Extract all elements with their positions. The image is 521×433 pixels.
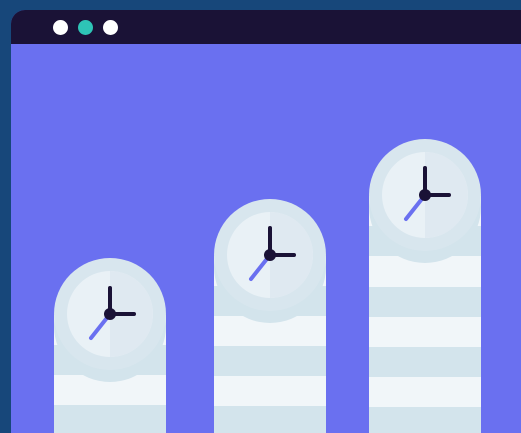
stack-stripe: [369, 407, 481, 433]
clock-center: [264, 249, 276, 261]
clock-center: [104, 308, 116, 320]
time-stack-large: [369, 139, 481, 433]
stack-stripe: [369, 377, 481, 407]
clock-icon: [214, 199, 326, 323]
stack-stripe: [54, 405, 166, 433]
stack-stripe: [369, 347, 481, 377]
stack-stripe: [369, 317, 481, 347]
stack-stripe: [214, 346, 326, 376]
clock-center: [419, 189, 431, 201]
stack-stripe: [369, 287, 481, 317]
clock-icon: [54, 258, 166, 382]
clock-icon: [369, 139, 481, 263]
stack-stripe: [214, 406, 326, 433]
time-stacks-illustration: [54, 139, 481, 433]
stack-stripe: [214, 376, 326, 406]
time-stack-medium: [214, 199, 326, 433]
time-stack-small: [54, 258, 166, 433]
page: [0, 0, 521, 433]
